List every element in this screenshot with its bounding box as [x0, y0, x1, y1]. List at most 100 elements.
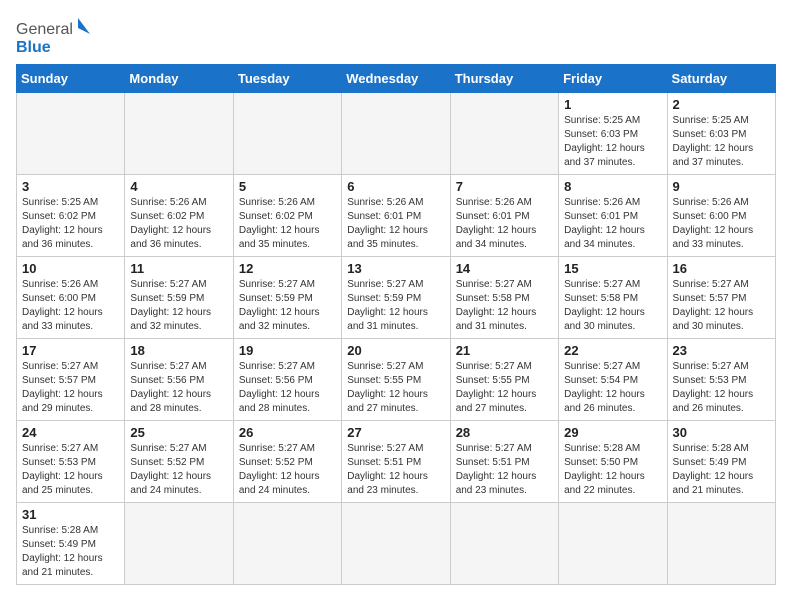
generalblue-logo-icon: GeneralBlue	[16, 16, 96, 56]
day-number: 29	[564, 425, 661, 440]
day-number: 10	[22, 261, 119, 276]
week-row-2: 3 Sunrise: 5:25 AM Sunset: 6:02 PM Daylig…	[17, 175, 776, 257]
week-row-1: 1 Sunrise: 5:25 AM Sunset: 6:03 PM Daylig…	[17, 93, 776, 175]
calendar-cell: 13 Sunrise: 5:27 AM Sunset: 5:59 PM Dayli…	[342, 257, 450, 339]
week-row-4: 17 Sunrise: 5:27 AM Sunset: 5:57 PM Dayli…	[17, 339, 776, 421]
day-info: Sunrise: 5:27 AM Sunset: 5:53 PM Dayligh…	[22, 442, 119, 498]
day-info: Sunrise: 5:27 AM Sunset: 5:55 PM Dayligh…	[456, 360, 553, 416]
calendar-cell: 2 Sunrise: 5:25 AM Sunset: 6:03 PM Daylig…	[667, 93, 775, 175]
calendar-cell: 7 Sunrise: 5:26 AM Sunset: 6:01 PM Daylig…	[450, 175, 558, 257]
calendar-cell: 21Sunrise: 5:27 AM Sunset: 5:55 PM Dayli…	[450, 339, 558, 421]
day-info: Sunrise: 5:27 AM Sunset: 5:59 PM Dayligh…	[239, 278, 336, 334]
weekday-header-saturday: Saturday	[667, 65, 775, 93]
day-number: 28	[456, 425, 553, 440]
calendar-cell: 10 Sunrise: 5:26 AM Sunset: 6:00 PM Dayli…	[17, 257, 125, 339]
calendar-cell: 25Sunrise: 5:27 AM Sunset: 5:52 PM Dayli…	[125, 421, 233, 503]
week-row-5: 24 Sunrise: 5:27 AM Sunset: 5:53 PM Dayli…	[17, 421, 776, 503]
weekday-header-thursday: Thursday	[450, 65, 558, 93]
day-info: Sunrise: 5:25 AM Sunset: 6:03 PM Dayligh…	[673, 114, 770, 170]
day-info: Sunrise: 5:25 AM Sunset: 6:02 PM Dayligh…	[22, 196, 119, 252]
calendar-cell: 14 Sunrise: 5:27 AM Sunset: 5:58 PM Dayli…	[450, 257, 558, 339]
header: GeneralBlue	[16, 16, 776, 56]
weekday-header-sunday: Sunday	[17, 65, 125, 93]
day-info: Sunrise: 5:26 AM Sunset: 6:02 PM Dayligh…	[130, 196, 227, 252]
day-number: 30	[673, 425, 770, 440]
day-number: 6	[347, 179, 444, 194]
day-info: Sunrise: 5:28 AM Sunset: 5:49 PM Dayligh…	[22, 524, 119, 580]
day-number: 1	[564, 97, 661, 112]
day-number: 23	[673, 343, 770, 358]
calendar-cell	[450, 503, 558, 585]
day-number: 27	[347, 425, 444, 440]
day-info: Sunrise: 5:27 AM Sunset: 5:56 PM Dayligh…	[239, 360, 336, 416]
calendar-cell: 22Sunrise: 5:27 AM Sunset: 5:54 PM Dayli…	[559, 339, 667, 421]
day-number: 31	[22, 507, 119, 522]
day-number: 9	[673, 179, 770, 194]
day-number: 24	[22, 425, 119, 440]
day-number: 12	[239, 261, 336, 276]
calendar-cell	[667, 503, 775, 585]
calendar-cell: 1 Sunrise: 5:25 AM Sunset: 6:03 PM Daylig…	[559, 93, 667, 175]
calendar-cell	[17, 93, 125, 175]
day-number: 11	[130, 261, 227, 276]
calendar-cell: 3 Sunrise: 5:25 AM Sunset: 6:02 PM Daylig…	[17, 175, 125, 257]
day-info: Sunrise: 5:26 AM Sunset: 6:01 PM Dayligh…	[564, 196, 661, 252]
weekday-header-row: SundayMondayTuesdayWednesdayThursdayFrid…	[17, 65, 776, 93]
day-info: Sunrise: 5:26 AM Sunset: 6:00 PM Dayligh…	[22, 278, 119, 334]
day-info: Sunrise: 5:27 AM Sunset: 5:58 PM Dayligh…	[564, 278, 661, 334]
day-number: 4	[130, 179, 227, 194]
day-number: 14	[456, 261, 553, 276]
day-number: 16	[673, 261, 770, 276]
calendar-cell: 18Sunrise: 5:27 AM Sunset: 5:56 PM Dayli…	[125, 339, 233, 421]
calendar: SundayMondayTuesdayWednesdayThursdayFrid…	[16, 64, 776, 585]
day-number: 7	[456, 179, 553, 194]
day-info: Sunrise: 5:27 AM Sunset: 5:57 PM Dayligh…	[673, 278, 770, 334]
calendar-cell: 28Sunrise: 5:27 AM Sunset: 5:51 PM Dayli…	[450, 421, 558, 503]
calendar-cell: 11 Sunrise: 5:27 AM Sunset: 5:59 PM Dayli…	[125, 257, 233, 339]
day-info: Sunrise: 5:25 AM Sunset: 6:03 PM Dayligh…	[564, 114, 661, 170]
day-number: 26	[239, 425, 336, 440]
calendar-cell	[559, 503, 667, 585]
weekday-header-monday: Monday	[125, 65, 233, 93]
logo: GeneralBlue	[16, 16, 96, 56]
day-number: 3	[22, 179, 119, 194]
svg-text:General: General	[16, 21, 73, 38]
calendar-cell: 19Sunrise: 5:27 AM Sunset: 5:56 PM Dayli…	[233, 339, 341, 421]
weekday-header-friday: Friday	[559, 65, 667, 93]
day-info: Sunrise: 5:27 AM Sunset: 5:59 PM Dayligh…	[347, 278, 444, 334]
day-number: 2	[673, 97, 770, 112]
day-number: 15	[564, 261, 661, 276]
day-number: 22	[564, 343, 661, 358]
calendar-cell: 12 Sunrise: 5:27 AM Sunset: 5:59 PM Dayli…	[233, 257, 341, 339]
day-info: Sunrise: 5:27 AM Sunset: 5:56 PM Dayligh…	[130, 360, 227, 416]
day-info: Sunrise: 5:27 AM Sunset: 5:51 PM Dayligh…	[347, 442, 444, 498]
day-number: 20	[347, 343, 444, 358]
day-info: Sunrise: 5:26 AM Sunset: 6:00 PM Dayligh…	[673, 196, 770, 252]
calendar-cell: 26Sunrise: 5:27 AM Sunset: 5:52 PM Dayli…	[233, 421, 341, 503]
day-info: Sunrise: 5:26 AM Sunset: 6:01 PM Dayligh…	[456, 196, 553, 252]
calendar-cell: 4 Sunrise: 5:26 AM Sunset: 6:02 PM Daylig…	[125, 175, 233, 257]
calendar-cell: 31 Sunrise: 5:28 AM Sunset: 5:49 PM Dayli…	[17, 503, 125, 585]
day-number: 13	[347, 261, 444, 276]
week-row-6: 31 Sunrise: 5:28 AM Sunset: 5:49 PM Dayli…	[17, 503, 776, 585]
day-info: Sunrise: 5:27 AM Sunset: 5:55 PM Dayligh…	[347, 360, 444, 416]
calendar-cell	[125, 503, 233, 585]
calendar-cell: 24 Sunrise: 5:27 AM Sunset: 5:53 PM Dayli…	[17, 421, 125, 503]
calendar-cell	[450, 93, 558, 175]
calendar-cell	[233, 93, 341, 175]
day-number: 17	[22, 343, 119, 358]
day-info: Sunrise: 5:27 AM Sunset: 5:59 PM Dayligh…	[130, 278, 227, 334]
day-info: Sunrise: 5:27 AM Sunset: 5:58 PM Dayligh…	[456, 278, 553, 334]
calendar-cell: 16 Sunrise: 5:27 AM Sunset: 5:57 PM Dayli…	[667, 257, 775, 339]
calendar-cell: 27 Sunrise: 5:27 AM Sunset: 5:51 PM Dayli…	[342, 421, 450, 503]
day-info: Sunrise: 5:27 AM Sunset: 5:52 PM Dayligh…	[130, 442, 227, 498]
day-info: Sunrise: 5:27 AM Sunset: 5:53 PM Dayligh…	[673, 360, 770, 416]
day-info: Sunrise: 5:28 AM Sunset: 5:49 PM Dayligh…	[673, 442, 770, 498]
svg-text:Blue: Blue	[16, 39, 51, 56]
calendar-cell: 20 Sunrise: 5:27 AM Sunset: 5:55 PM Dayli…	[342, 339, 450, 421]
day-info: Sunrise: 5:27 AM Sunset: 5:57 PM Dayligh…	[22, 360, 119, 416]
calendar-cell: 30 Sunrise: 5:28 AM Sunset: 5:49 PM Dayli…	[667, 421, 775, 503]
calendar-cell: 9 Sunrise: 5:26 AM Sunset: 6:00 PM Daylig…	[667, 175, 775, 257]
calendar-cell: 17 Sunrise: 5:27 AM Sunset: 5:57 PM Dayli…	[17, 339, 125, 421]
day-info: Sunrise: 5:28 AM Sunset: 5:50 PM Dayligh…	[564, 442, 661, 498]
